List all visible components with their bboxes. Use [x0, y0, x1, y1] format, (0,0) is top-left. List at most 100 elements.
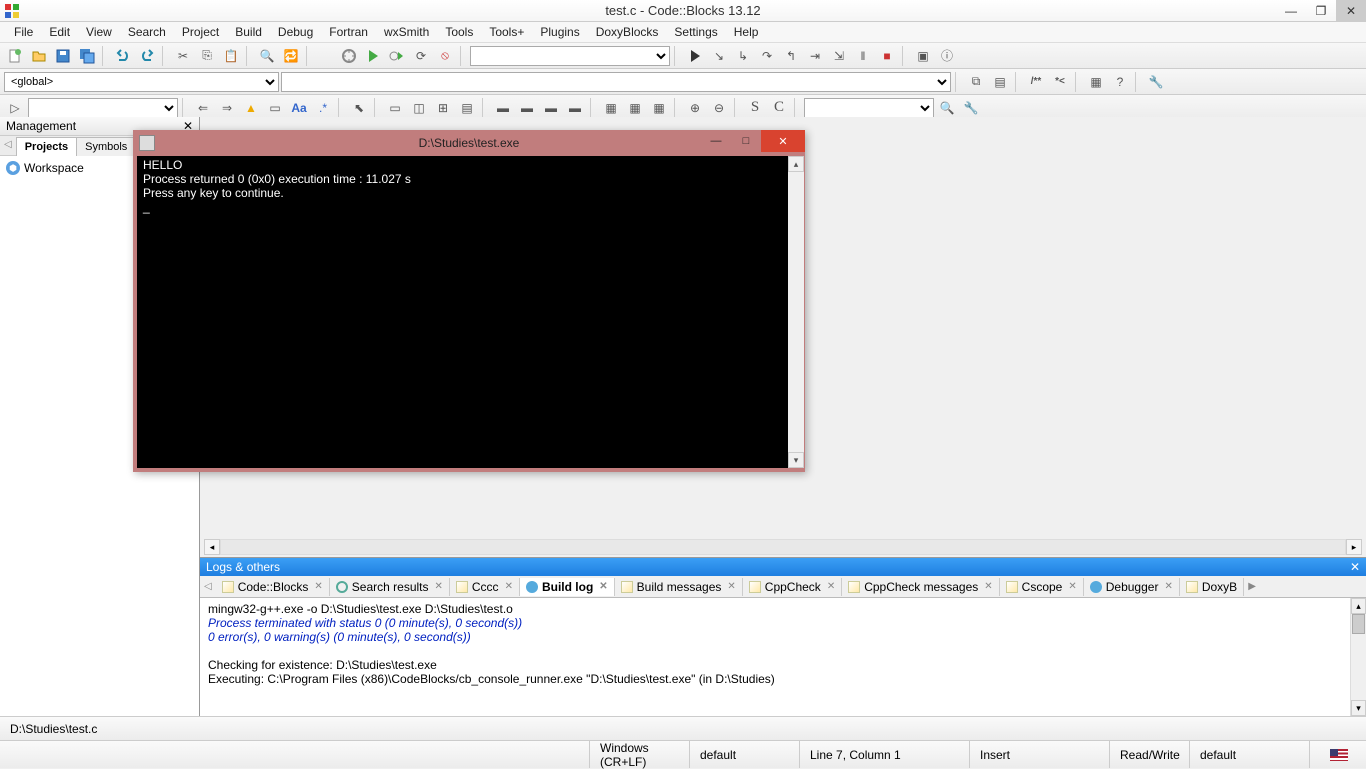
- copy-icon[interactable]: ⎘: [196, 45, 218, 67]
- find-icon[interactable]: 🔍: [256, 45, 278, 67]
- replace-icon[interactable]: 🔁: [280, 45, 302, 67]
- tab-close-icon[interactable]: ✕: [1068, 581, 1076, 592]
- logs-tab-right-icon[interactable]: ▶: [1244, 579, 1260, 594]
- menu-help[interactable]: Help: [726, 23, 767, 41]
- layout-3-icon[interactable]: ⊞: [432, 97, 454, 119]
- tab-close-icon[interactable]: ✕: [984, 581, 992, 592]
- console-v-scrollbar[interactable]: ▴ ▾: [788, 156, 804, 468]
- logs-tab-left-icon[interactable]: ◁: [200, 579, 216, 594]
- minimize-button[interactable]: —: [1276, 0, 1306, 22]
- console-maximize-button[interactable]: □: [731, 130, 761, 152]
- tab-build-log[interactable]: Build log✕: [520, 578, 615, 596]
- forward-icon[interactable]: ⇒: [216, 97, 238, 119]
- menu-build[interactable]: Build: [227, 23, 270, 41]
- menu-settings[interactable]: Settings: [666, 23, 725, 41]
- console-window[interactable]: D:\Studies\test.exe — □ ✕ HELLO Process …: [133, 130, 805, 472]
- panel-2-icon[interactable]: ▬: [516, 97, 538, 119]
- doxy-run-icon[interactable]: ▦: [1085, 71, 1107, 93]
- tab-doxyblocks[interactable]: DoxyB: [1180, 578, 1244, 596]
- run-to-cursor-icon[interactable]: ↘: [708, 45, 730, 67]
- mgmt-tab-left-icon[interactable]: ◁: [0, 136, 16, 155]
- text-case-icon[interactable]: Aa: [288, 97, 310, 119]
- menu-edit[interactable]: Edit: [41, 23, 78, 41]
- menu-wxsmith[interactable]: wxSmith: [376, 23, 437, 41]
- tab-cppcheck[interactable]: CppCheck✕: [743, 578, 842, 596]
- grid-2-icon[interactable]: ▦: [624, 97, 646, 119]
- tab-close-icon[interactable]: ✕: [1164, 581, 1172, 592]
- tab-cscope[interactable]: Cscope✕: [1000, 578, 1084, 596]
- step-instruction-icon[interactable]: ⇲: [828, 45, 850, 67]
- abort-icon[interactable]: ⦸: [434, 45, 456, 67]
- paste-icon[interactable]: 📋: [220, 45, 242, 67]
- tab-cppcheck-messages[interactable]: CppCheck messages✕: [842, 578, 999, 596]
- logs-v-scrollbar[interactable]: ▴ ▾: [1350, 598, 1366, 716]
- highlight-icon[interactable]: ▲: [240, 97, 262, 119]
- scroll-right-icon[interactable]: ▸: [1346, 539, 1362, 555]
- build-icon[interactable]: [338, 45, 360, 67]
- scroll-left-icon[interactable]: ◂: [204, 539, 220, 555]
- panel-4-icon[interactable]: ▬: [564, 97, 586, 119]
- regex-icon[interactable]: .*: [312, 97, 334, 119]
- jump-icon[interactable]: ▷: [4, 97, 26, 119]
- cut-icon[interactable]: ✂: [172, 45, 194, 67]
- step-into-icon[interactable]: ↳: [732, 45, 754, 67]
- tab-close-icon[interactable]: ✕: [505, 581, 513, 592]
- menu-project[interactable]: Project: [174, 23, 227, 41]
- tab-close-icon[interactable]: ✕: [314, 581, 322, 592]
- build-run-icon[interactable]: [386, 45, 408, 67]
- menu-file[interactable]: File: [6, 23, 41, 41]
- layout-2-icon[interactable]: ◫: [408, 97, 430, 119]
- tab-cccc[interactable]: Cccc✕: [450, 578, 520, 596]
- tab-codeblocks[interactable]: Code::Blocks✕: [216, 578, 330, 596]
- scroll-down-icon[interactable]: ▾: [1351, 700, 1366, 716]
- tab-build-messages[interactable]: Build messages✕: [615, 578, 743, 596]
- layout-4-icon[interactable]: ▤: [456, 97, 478, 119]
- thread-select[interactable]: [804, 98, 934, 118]
- console-close-button[interactable]: ✕: [761, 130, 805, 152]
- scope-select[interactable]: <global>: [4, 72, 279, 92]
- tab-close-icon[interactable]: ✕: [435, 581, 443, 592]
- doxy-icon-1[interactable]: ⧉: [965, 71, 987, 93]
- close-button[interactable]: ✕: [1336, 0, 1366, 22]
- undo-icon[interactable]: [112, 45, 134, 67]
- maximize-button[interactable]: ❐: [1306, 0, 1336, 22]
- menu-toolsplus[interactable]: Tools+: [481, 23, 532, 41]
- jump-select[interactable]: [28, 98, 178, 118]
- stop-debug-icon[interactable]: ■: [876, 45, 898, 67]
- search-small-icon[interactable]: 🔍: [936, 97, 958, 119]
- menu-view[interactable]: View: [78, 23, 120, 41]
- scroll-thumb[interactable]: [1352, 614, 1365, 634]
- letter-c-icon[interactable]: C: [768, 97, 790, 119]
- break-icon[interactable]: ‖: [852, 45, 874, 67]
- debug-windows-icon[interactable]: ▣: [912, 45, 934, 67]
- doxy-settings-icon[interactable]: 🔧: [1145, 71, 1167, 93]
- console-minimize-button[interactable]: —: [701, 130, 731, 152]
- console-output[interactable]: HELLO Process returned 0 (0x0) execution…: [137, 156, 801, 468]
- options-icon[interactable]: 🔧: [960, 97, 982, 119]
- tab-close-icon[interactable]: ✕: [599, 581, 607, 592]
- menu-doxyblocks[interactable]: DoxyBlocks: [588, 23, 667, 41]
- symbol-select[interactable]: [281, 72, 951, 92]
- open-file-icon[interactable]: [28, 45, 50, 67]
- scroll-track[interactable]: [220, 539, 1346, 555]
- menu-fortran[interactable]: Fortran: [321, 23, 376, 41]
- tab-projects[interactable]: Projects: [16, 137, 77, 156]
- menu-debug[interactable]: Debug: [270, 23, 321, 41]
- select-tool-icon[interactable]: ⬉: [348, 97, 370, 119]
- menu-tools[interactable]: Tools: [437, 23, 481, 41]
- step-out-icon[interactable]: ↰: [780, 45, 802, 67]
- language-flag-icon[interactable]: [1330, 749, 1348, 761]
- letter-s-icon[interactable]: S: [744, 97, 766, 119]
- comment-line-icon[interactable]: *<: [1049, 71, 1071, 93]
- console-titlebar[interactable]: D:\Studies\test.exe — □ ✕: [133, 130, 805, 156]
- grid-1-icon[interactable]: ▦: [600, 97, 622, 119]
- save-icon[interactable]: [52, 45, 74, 67]
- layout-1-icon[interactable]: ▭: [384, 97, 406, 119]
- redo-icon[interactable]: [136, 45, 158, 67]
- doxy-icon-2[interactable]: ▤: [989, 71, 1011, 93]
- back-icon[interactable]: ⇐: [192, 97, 214, 119]
- next-instruction-icon[interactable]: ⇥: [804, 45, 826, 67]
- panel-1-icon[interactable]: ▬: [492, 97, 514, 119]
- menu-search[interactable]: Search: [120, 23, 174, 41]
- debug-info-icon[interactable]: ⓘ: [936, 45, 958, 67]
